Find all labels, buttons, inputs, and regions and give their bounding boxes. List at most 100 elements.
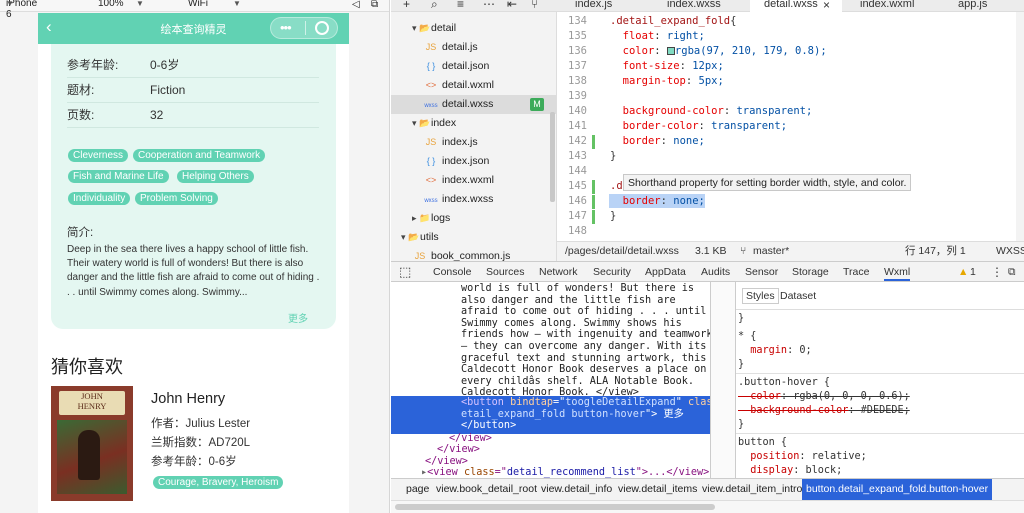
- close-icon[interactable]: ×: [823, 0, 830, 12]
- branch-icon[interactable]: ⑂: [531, 0, 538, 10]
- file-tree-item[interactable]: <> detail.wxml: [391, 76, 556, 95]
- tag-cooperation[interactable]: Cooperation and Teamwork: [133, 149, 266, 162]
- style-rule-line: button {: [738, 437, 788, 448]
- recommend-book-title[interactable]: John Henry: [151, 391, 225, 407]
- file-tree-item[interactable]: wxss detail.wxss M: [391, 95, 556, 114]
- code-line: border: none;: [622, 195, 705, 207]
- file-name: book_common.js: [431, 250, 511, 261]
- tag-cleverness[interactable]: Cleverness: [68, 149, 129, 162]
- collapse-icon[interactable]: ⇤: [507, 0, 517, 10]
- file-tree-item[interactable]: ▸ 📁logs: [391, 209, 556, 228]
- file-tree-item[interactable]: JS index.js: [391, 133, 556, 152]
- file-name: detail.wxss: [442, 98, 494, 110]
- devtab-console[interactable]: Console: [433, 262, 472, 282]
- kebab-menu-icon[interactable]: ⋮: [991, 262, 1003, 282]
- tab-index-wxml[interactable]: index.wxml: [860, 0, 914, 10]
- wxml-tree[interactable]: world is full of wonders! But there is al…: [391, 282, 711, 478]
- file-tree-item[interactable]: ▾ 📂utils: [391, 228, 556, 247]
- more-button[interactable]: 更多: [288, 310, 308, 325]
- tab-index-js[interactable]: index.js: [575, 0, 612, 10]
- devtab-storage[interactable]: Storage: [792, 262, 829, 282]
- info-row-genre: 题材: Fiction: [67, 78, 319, 103]
- tag-individuality[interactable]: Individuality: [68, 192, 131, 205]
- line-number: 141: [568, 120, 587, 132]
- style-rule-line[interactable]: position: relative;: [738, 451, 867, 463]
- add-icon[interactable]: +: [403, 0, 410, 10]
- chevron-down-icon: ▼: [6, 0, 14, 8]
- file-name: utils: [420, 231, 439, 243]
- horizontal-scrollbar[interactable]: [391, 500, 1024, 513]
- code-line: margin-top: 5px;: [622, 75, 724, 87]
- style-rule-line[interactable]: display: block;: [738, 465, 842, 477]
- dataset-tab[interactable]: Dataset: [780, 290, 816, 302]
- style-rule-line[interactable]: color: rgba(0, 0, 0, 0.6);: [738, 391, 909, 403]
- line-number: 146: [568, 195, 587, 207]
- file-js-icon: JS: [414, 251, 426, 261]
- wxml-collapsed-node[interactable]: ▸<view class="detail_recommend_list">...…: [421, 467, 709, 478]
- file-json-icon: { }: [426, 156, 436, 166]
- modified-badge: M: [530, 98, 544, 111]
- selected-node-line: <button bindtap="toogleDetailExpand" cla…: [461, 397, 710, 408]
- crumb-detail-items[interactable]: view.detail_items: [618, 479, 697, 500]
- selected-node-line: etail_expand_fold button-hover"> 更多: [461, 408, 684, 420]
- file-tree-item[interactable]: ▾ 📂detail: [391, 19, 556, 38]
- file-name: index.wxss: [442, 193, 494, 205]
- list-icon[interactable]: ≡: [457, 0, 464, 10]
- status-size: 3.1 KB: [695, 245, 727, 257]
- file-tree-item[interactable]: { } detail.json: [391, 57, 556, 76]
- splitter[interactable]: [711, 282, 735, 478]
- file-tree-item[interactable]: { } index.json: [391, 152, 556, 171]
- file-tree-item[interactable]: JS detail.js: [391, 38, 556, 57]
- tag-helping[interactable]: Helping Others: [177, 170, 254, 183]
- explorer-toolbar: + ⌕ ≡ ⋯ ⇤ ⑂: [391, 0, 557, 12]
- style-rule-line[interactable]: margin: 0;: [738, 345, 811, 357]
- file-tree-item[interactable]: <> index.wxml: [391, 171, 556, 190]
- devtab-wxml[interactable]: Wxml: [884, 262, 911, 281]
- close-circle-icon[interactable]: [315, 21, 329, 35]
- devtab-sensor[interactable]: Sensor: [745, 262, 778, 282]
- file-json-icon: { }: [426, 61, 436, 71]
- tab-detail-wxss[interactable]: detail.wxss: [764, 0, 818, 10]
- warning-count[interactable]: 1: [970, 262, 976, 282]
- crumb-item-intro[interactable]: view.detail_item_intro: [702, 479, 802, 500]
- mute-icon[interactable]: ◁: [352, 0, 360, 10]
- line-number: 139: [568, 90, 587, 102]
- devtab-trace[interactable]: Trace: [843, 262, 869, 282]
- crumb-button[interactable]: button.detail_expand_fold.button-hover: [802, 479, 993, 500]
- tag-fish[interactable]: Fish and Marine Life: [68, 170, 169, 183]
- tag-problem-solving[interactable]: Problem Solving: [135, 192, 218, 205]
- tab-index-wxss[interactable]: index.wxss: [667, 0, 721, 10]
- tab-app-js[interactable]: app.js: [958, 0, 987, 10]
- style-rule-line[interactable]: background-color: #DEDEDE;: [738, 405, 909, 417]
- devtab-network[interactable]: Network: [539, 262, 578, 282]
- status-branch[interactable]: master*: [753, 242, 789, 261]
- line-number: 138: [568, 75, 587, 87]
- popout-icon[interactable]: ⧉: [371, 0, 378, 10]
- style-rule-line: * {: [738, 331, 757, 342]
- search-icon[interactable]: ⌕: [431, 0, 438, 10]
- devtab-audits[interactable]: Audits: [701, 262, 730, 282]
- more-dots-icon[interactable]: •••: [280, 20, 292, 35]
- code-editor[interactable]: 134 .detail_expand_fold{135 float: right;…: [557, 12, 1024, 241]
- tree-scrollbar[interactable]: [550, 112, 555, 202]
- dots-icon[interactable]: ⋯: [483, 0, 495, 10]
- detail-card: 参考年龄: 0-6岁 题材: Fiction 页数: 32 Cleverness…: [51, 13, 336, 329]
- devtab-appdata[interactable]: AppData: [645, 262, 686, 282]
- dock-icon[interactable]: ⧉: [1008, 262, 1016, 282]
- file-tree-item[interactable]: ▾ 📂index: [391, 114, 556, 133]
- status-lang[interactable]: WXSS: [996, 242, 1024, 261]
- status-position[interactable]: 行 147，列 1: [905, 242, 966, 261]
- devtab-sources[interactable]: Sources: [486, 262, 525, 282]
- editor-scrollbar[interactable]: [1016, 12, 1024, 241]
- crumb-page[interactable]: page: [406, 479, 429, 500]
- recommend-tag[interactable]: Courage, Bravery, Heroism: [153, 476, 284, 489]
- file-tree-item[interactable]: JS book_common.js: [391, 247, 556, 261]
- code-line: color: rgba(97, 210, 179, 0.8);: [622, 45, 827, 57]
- crumb-detail-info[interactable]: view.detail_info: [541, 479, 612, 500]
- book-cover[interactable]: JOHN HENRY: [51, 386, 133, 501]
- inspect-icon[interactable]: ⬚: [399, 262, 411, 282]
- crumb-root[interactable]: view.book_detail_root: [436, 479, 537, 500]
- file-tree-item[interactable]: wxss index.wxss: [391, 190, 556, 209]
- styles-tab[interactable]: Styles: [742, 288, 779, 304]
- devtab-security[interactable]: Security: [593, 262, 631, 282]
